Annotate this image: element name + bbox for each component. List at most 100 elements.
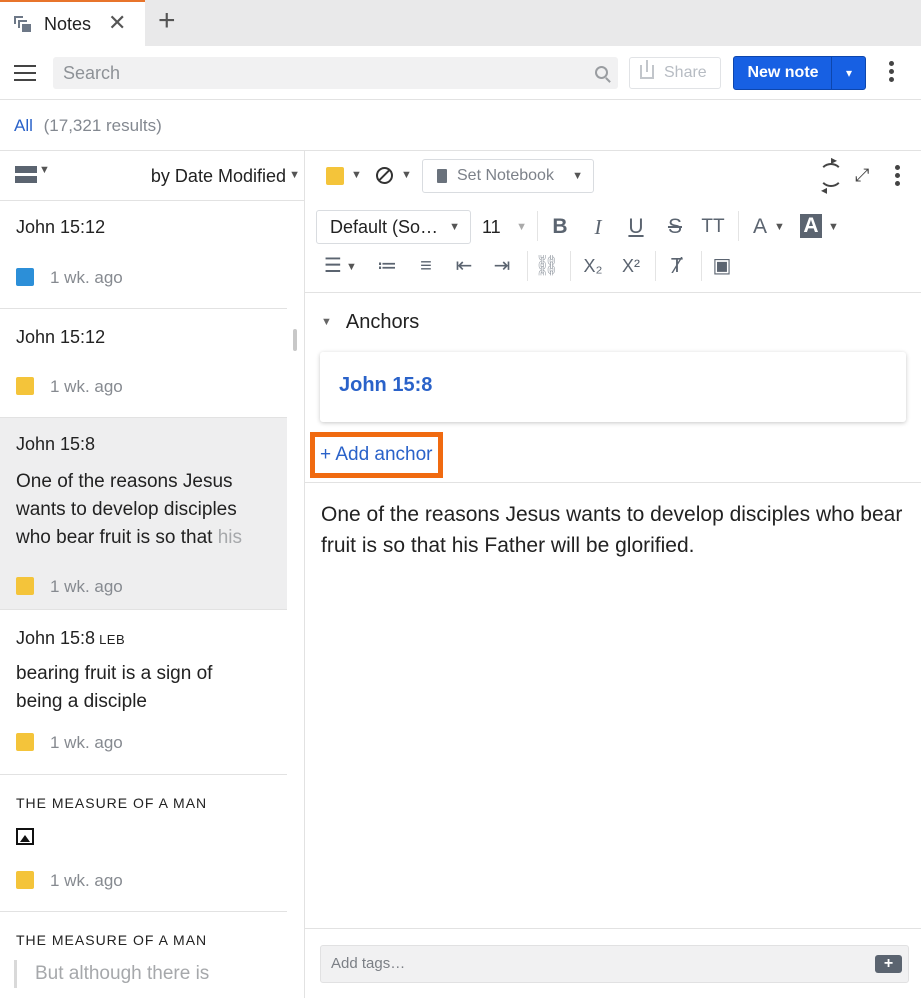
share-label: Share xyxy=(664,64,707,81)
notes-list: John 15:12 1 wk. ago John 15:12 1 wk. ag… xyxy=(0,201,287,998)
chevron-down-icon[interactable]: ▼ xyxy=(351,169,362,181)
align-icon[interactable]: ☰ xyxy=(319,253,347,279)
new-tab-button[interactable]: + xyxy=(158,6,176,36)
font-color-button[interactable]: A xyxy=(746,214,774,240)
set-notebook-label: Set Notebook xyxy=(457,167,554,184)
chevron-down-icon[interactable]: ▼ xyxy=(828,221,839,233)
expand-icon[interactable]: ⤢ xyxy=(855,165,869,185)
tab-notes[interactable]: Notes ✕ xyxy=(0,0,145,46)
results-count: (17,321 results) xyxy=(43,116,162,135)
underline-button[interactable]: U xyxy=(622,214,650,240)
tags-placeholder: Add tags… xyxy=(331,955,406,972)
filter-row: All (17,321 results) xyxy=(0,100,921,151)
divider xyxy=(570,251,571,281)
notes-icon xyxy=(12,14,34,34)
notes-list-pane: ▼ by Date Modified ▼ John 15:12 1 wk. ag… xyxy=(0,151,305,998)
chevron-down-icon[interactable]: ▼ xyxy=(774,221,785,233)
more-options-icon[interactable] xyxy=(895,165,901,189)
strikethrough-button[interactable]: S xyxy=(661,214,689,240)
set-notebook-dropdown[interactable]: Set Notebook ▼ xyxy=(422,159,594,193)
chevron-down-icon[interactable]: ▼ xyxy=(401,169,412,181)
divider xyxy=(701,251,702,281)
divider xyxy=(655,251,656,281)
sticky-note-icon xyxy=(16,267,34,286)
divider xyxy=(738,211,739,241)
note-title: John 15:12 xyxy=(16,217,106,237)
italic-button[interactable]: I xyxy=(584,214,612,240)
divider xyxy=(537,211,538,241)
chevron-down-icon: ▼ xyxy=(572,170,583,182)
note-color-swatch[interactable] xyxy=(326,167,344,185)
search-placeholder: Search xyxy=(63,63,121,83)
bold-button[interactable]: B xyxy=(546,214,574,240)
share-button[interactable]: Share xyxy=(629,57,721,89)
no-symbol-icon[interactable] xyxy=(376,167,393,184)
note-meta: 1 wk. ago xyxy=(16,732,123,753)
list-item[interactable]: THE MEASURE OF A MAN But although there … xyxy=(0,912,287,998)
view-mode-icon[interactable] xyxy=(15,166,37,184)
note-editor-body[interactable]: One of the reasons Jesus wants to develo… xyxy=(321,499,911,561)
note-title: John 15:8 LEB xyxy=(16,628,126,648)
clear-format-icon[interactable]: Ⱦ xyxy=(663,253,691,279)
tab-title: Notes xyxy=(44,13,92,34)
divider xyxy=(527,251,528,281)
note-preview: One of the reasons Jesus wants to develo… xyxy=(16,471,243,548)
sync-icon[interactable] xyxy=(819,153,843,197)
list-item[interactable]: John 15:8 LEB bearing fruit is a sign of … xyxy=(0,610,287,775)
list-item[interactable]: John 15:8 One of the reasons Jesus wants… xyxy=(0,418,287,610)
list-item[interactable]: John 15:12 1 wk. ago xyxy=(0,201,287,309)
superscript-button[interactable]: X² xyxy=(617,253,645,279)
sticky-note-icon xyxy=(16,870,34,889)
note-title: John 15:12 xyxy=(16,327,106,347)
outdent-icon[interactable]: ⇤ xyxy=(450,253,478,279)
chevron-down-icon[interactable]: ▼ xyxy=(321,316,332,328)
chevron-down-icon: ▼ xyxy=(516,221,527,233)
highlight-button[interactable]: A xyxy=(800,214,822,238)
scrollbar-thumb[interactable] xyxy=(293,329,297,351)
menu-icon[interactable] xyxy=(14,65,36,83)
numbered-list-icon[interactable]: ≡ xyxy=(412,253,440,279)
list-item[interactable]: John 15:12 1 wk. ago xyxy=(0,309,287,418)
more-options-icon[interactable] xyxy=(889,61,895,85)
notebook-icon xyxy=(437,169,447,183)
anchor-card: John 15:8 xyxy=(320,352,906,422)
note-meta: 1 wk. ago xyxy=(16,376,123,397)
list-item[interactable]: THE MEASURE OF A MAN 1 wk. ago xyxy=(0,775,287,912)
close-icon[interactable]: ✕ xyxy=(108,12,126,34)
new-note-dropdown-button[interactable]: ▾ xyxy=(832,57,866,89)
note-meta: 1 wk. ago xyxy=(16,267,123,288)
bullet-list-icon[interactable]: ≔ xyxy=(373,253,401,279)
subscript-button[interactable]: X₂ xyxy=(579,253,607,279)
editor-toolbar: ▼ ▼ Set Notebook ▼ ⤢ xyxy=(305,151,921,201)
add-anchor-button[interactable]: + Add anchor xyxy=(310,432,443,478)
sticky-note-icon xyxy=(16,376,34,395)
bible-version-label: LEB xyxy=(99,632,126,647)
chevron-down-icon: ▼ xyxy=(449,221,460,233)
indent-icon[interactable]: ⇥ xyxy=(488,253,516,279)
divider xyxy=(305,928,921,929)
chevron-down-icon[interactable]: ▼ xyxy=(346,261,357,273)
filter-all-link[interactable]: All xyxy=(14,116,33,135)
search-icon[interactable] xyxy=(595,66,608,79)
sticky-note-icon xyxy=(16,732,34,751)
text-size-button[interactable]: TT xyxy=(699,214,727,240)
note-quote-preview: But although there is xyxy=(14,960,264,988)
new-note-button-group: New note ▾ xyxy=(733,56,866,90)
font-size-dropdown[interactable]: 11 ▼ xyxy=(482,210,527,244)
chevron-down-icon[interactable]: ▼ xyxy=(39,164,50,176)
note-meta: 1 wk. ago xyxy=(16,576,123,597)
note-title: THE MEASURE OF A MAN xyxy=(16,932,208,948)
new-note-button[interactable]: New note xyxy=(734,57,832,89)
anchor-link[interactable]: John 15:8 xyxy=(339,374,432,397)
chevron-down-icon[interactable]: ▼ xyxy=(289,169,300,181)
insert-image-icon[interactable]: ▣ xyxy=(708,253,736,279)
font-family-dropdown[interactable]: Default (So… ▼ xyxy=(316,210,471,244)
sticky-note-icon xyxy=(16,576,34,595)
search-input[interactable]: Search xyxy=(53,57,618,89)
sort-dropdown[interactable]: by Date Modified xyxy=(151,151,286,201)
link-icon[interactable]: ⛓ xyxy=(533,253,561,279)
tags-input[interactable]: Add tags… + xyxy=(320,945,909,983)
anchors-heading[interactable]: ▼ Anchors xyxy=(321,311,419,334)
add-tag-icon[interactable]: + xyxy=(875,955,902,973)
note-title: John 15:8 xyxy=(16,434,96,454)
